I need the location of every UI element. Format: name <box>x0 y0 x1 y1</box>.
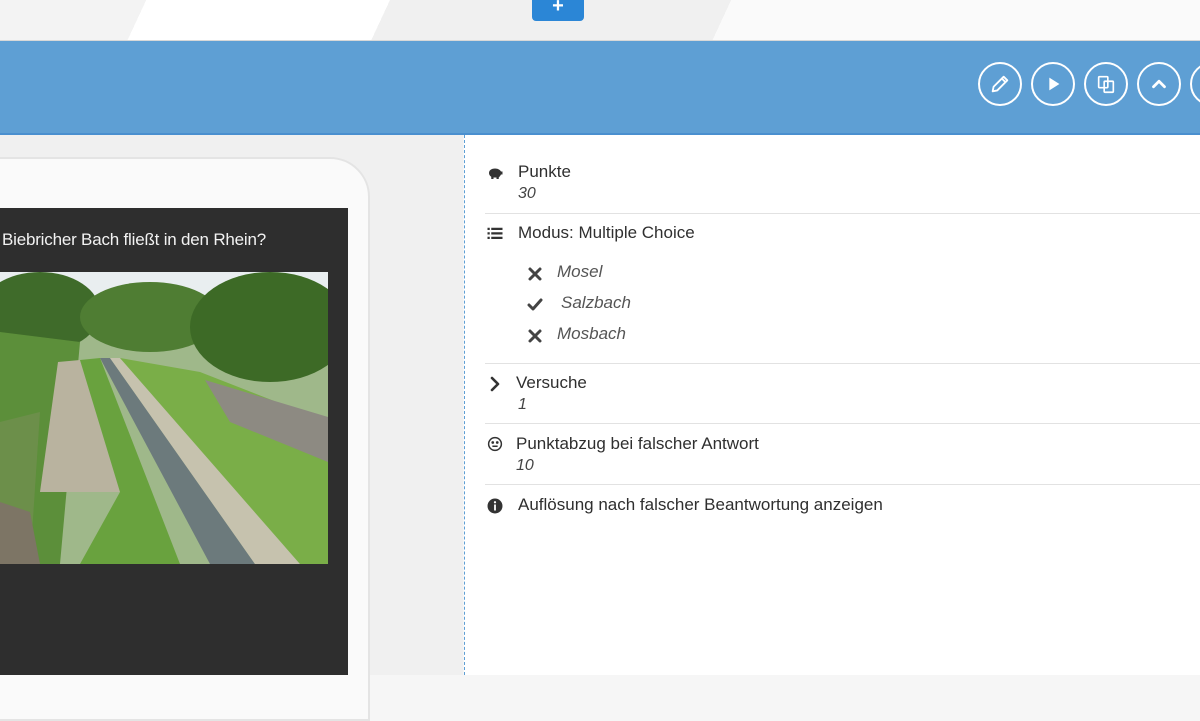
points-row: Punkte 30 <box>485 135 1200 214</box>
mode-row: Modus: Multiple Choice Mosel Salzbach Mo… <box>485 213 1200 364</box>
resolution-row: Auflösung nach falscher Beantwortung anz… <box>485 484 1200 524</box>
question-header-bar <box>0 41 1200 135</box>
stream-photo <box>0 272 328 564</box>
play-icon <box>1049 77 1060 91</box>
copy-icon <box>1097 75 1115 94</box>
list-icon <box>485 223 505 243</box>
points-label: Punkte <box>518 162 571 181</box>
top-strip: + <box>0 0 1200 41</box>
attempts-label: Versuche <box>516 373 587 392</box>
edit-button[interactable] <box>978 62 1022 106</box>
check-icon <box>527 298 543 311</box>
chevron-right-icon <box>485 374 505 394</box>
pencil-icon <box>991 75 1009 93</box>
attempts-value: 1 <box>518 396 527 413</box>
neutral-face-icon <box>485 434 505 454</box>
piggy-bank-icon <box>485 163 505 183</box>
attempts-row: Versuche 1 <box>485 363 1200 424</box>
add-button[interactable]: + <box>532 0 584 21</box>
option-item: Salzbach <box>527 293 827 317</box>
play-button[interactable] <box>1031 62 1075 106</box>
option-text: Mosel <box>557 262 603 281</box>
option-item: Mosbach <box>527 324 827 348</box>
penalty-row: Punktabzug bei falscher Antwort 10 <box>485 423 1200 485</box>
option-text: Salzbach <box>561 293 631 312</box>
points-value: 30 <box>518 185 536 202</box>
copy-button[interactable] <box>1084 62 1128 106</box>
info-icon <box>485 496 505 516</box>
collapse-button[interactable] <box>1137 62 1181 106</box>
cross-icon <box>528 267 542 281</box>
chevron-up-icon <box>1152 79 1166 89</box>
details-panel: Punkte 30 Modus: Multiple Choice Mosel S… <box>464 135 1200 675</box>
option-item: Mosel <box>527 262 827 286</box>
mode-label: Modus: Multiple Choice <box>518 223 695 242</box>
penalty-value: 10 <box>516 457 534 474</box>
more-button[interactable] <box>1190 62 1200 106</box>
question-text: Biebricher Bach fließt in den Rhein? <box>2 230 267 249</box>
penalty-label: Punktabzug bei falscher Antwort <box>516 434 759 453</box>
cross-icon <box>528 329 542 343</box>
question-image <box>0 272 328 564</box>
resolution-label: Auflösung nach falscher Beantwortung anz… <box>518 495 883 514</box>
option-text: Mosbach <box>557 324 626 343</box>
